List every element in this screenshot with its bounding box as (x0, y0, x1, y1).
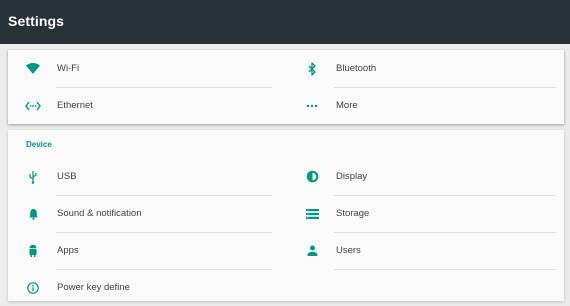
page-title: Settings (8, 13, 65, 29)
bluetooth-icon (304, 61, 320, 77)
wifi-icon (25, 61, 41, 77)
info-icon (25, 280, 41, 296)
usb-icon (25, 169, 41, 185)
divider (334, 269, 556, 270)
settings-tile-wifi[interactable]: Wi-Fi (8, 50, 272, 87)
settings-tile-label: USB (57, 171, 77, 182)
person-icon (304, 243, 320, 259)
more-icon (304, 98, 320, 114)
settings-tile-label: Storage (336, 208, 370, 219)
settings-tile-display[interactable]: Display (288, 158, 552, 195)
storage-icon (304, 206, 320, 222)
settings-tile-storage[interactable]: Storage (288, 195, 552, 232)
settings-tile-bluetooth[interactable]: Bluetooth (288, 50, 552, 87)
settings-tile-ethernet[interactable]: Ethernet (8, 87, 272, 124)
settings-tile-label: Wi-Fi (57, 63, 80, 74)
display-icon (304, 169, 320, 185)
bell-icon (25, 206, 41, 222)
wireless-networks-card: Wi-Fi Bluetooth Ethernet More (8, 50, 564, 124)
settings-tile-power-key-define[interactable]: Power key define (8, 269, 272, 306)
settings-tile-sound-notification[interactable]: Sound & notification (8, 195, 272, 232)
settings-tile-more[interactable]: More (288, 87, 552, 124)
settings-tile-users[interactable]: Users (288, 232, 552, 269)
settings-tile-label: Display (336, 171, 368, 182)
app-toolbar: Settings (0, 0, 570, 44)
settings-tile-usb[interactable]: USB (8, 158, 272, 195)
settings-tile-label: Ethernet (57, 100, 93, 111)
category-title-device: Device (26, 140, 52, 149)
settings-tile-label: Power key define (57, 282, 130, 293)
settings-tile-label: Sound & notification (57, 208, 142, 219)
ethernet-icon (25, 98, 41, 114)
android-icon (25, 243, 41, 259)
settings-tile-label: Bluetooth (336, 63, 377, 74)
device-card: Device USB Display Sound & notification … (8, 130, 564, 301)
settings-tile-label: Users (336, 245, 361, 256)
settings-tile-label: Apps (57, 245, 79, 256)
settings-tile-apps[interactable]: Apps (8, 232, 272, 269)
settings-tile-label: More (336, 100, 358, 111)
